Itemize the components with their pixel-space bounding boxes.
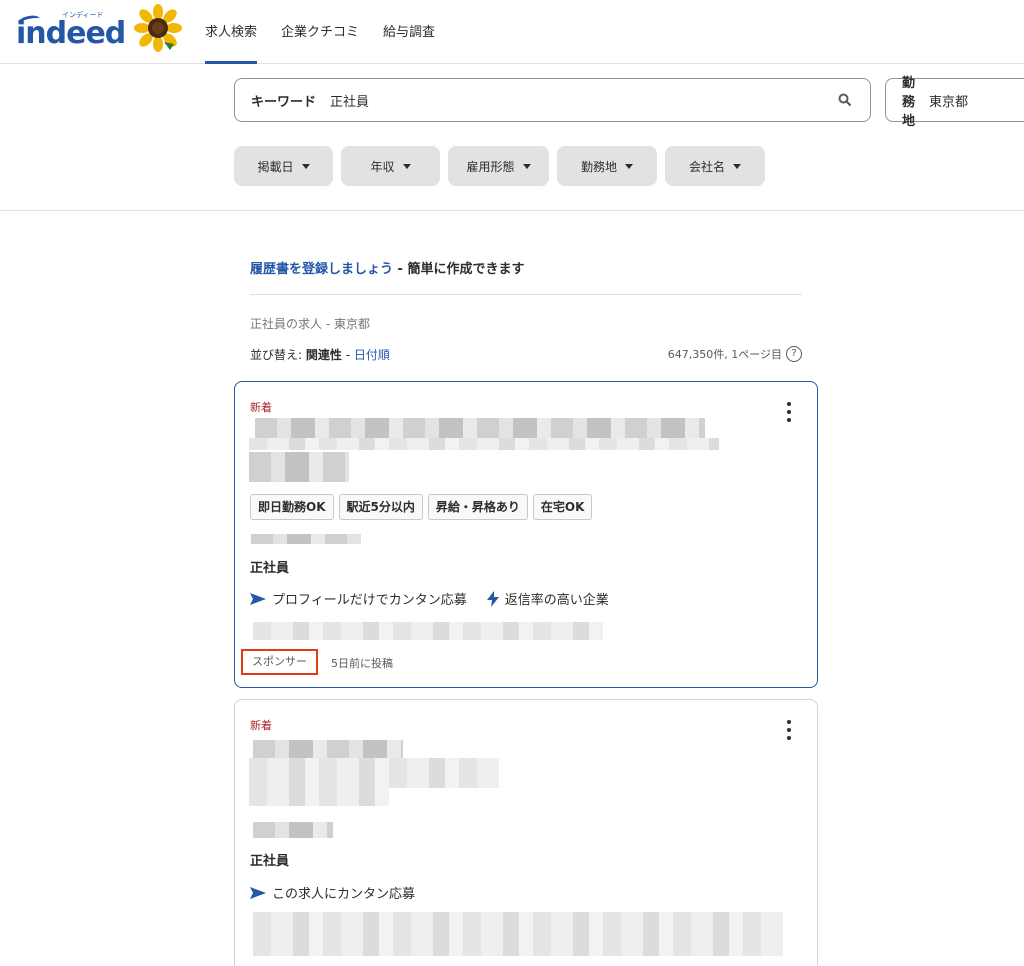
resume-link[interactable]: 履歴書を登録しましょう bbox=[250, 262, 393, 277]
location-label: 勤務地 bbox=[902, 75, 916, 129]
filter-location[interactable]: 勤務地 bbox=[557, 146, 657, 186]
job-tag: 在宅OK bbox=[532, 494, 593, 520]
sort-by-date-link[interactable]: 日付順 bbox=[354, 348, 390, 362]
filter-location-label: 勤務地 bbox=[580, 159, 617, 174]
send-arrow-icon bbox=[250, 592, 266, 605]
job-title-redacted bbox=[249, 788, 389, 806]
nav-salary[interactable]: 給与調査 bbox=[383, 0, 435, 64]
caret-down-icon bbox=[733, 163, 741, 169]
location-input[interactable]: 東京都 bbox=[929, 91, 1024, 110]
caret-down-icon bbox=[402, 163, 411, 169]
posted-date: 5日前に投稿 bbox=[331, 657, 393, 670]
filter-date-label: 掲載日 bbox=[257, 159, 294, 174]
main-nav: 求人検索 企業クチコミ 給与調査 bbox=[205, 0, 435, 64]
sort-prefix: 並び替え: bbox=[250, 348, 306, 362]
job-title-redacted bbox=[249, 438, 719, 450]
caret-down-icon bbox=[522, 163, 531, 169]
job-card[interactable]: 新着 即日勤務OK 駅近5分以内 昇給・昇格あり 在宅OK 正社員 プロフィール… bbox=[234, 381, 818, 688]
resume-banner: 履歴書を登録しましょう - 簡単に作成できます bbox=[250, 258, 524, 277]
results-count-text: 647,350件, 1ページ目 bbox=[667, 348, 782, 361]
keyword-search-box[interactable]: キーワード 正社員 bbox=[234, 78, 871, 122]
filter-date[interactable]: 掲載日 bbox=[234, 146, 333, 186]
filter-employment-type[interactable]: 雇用形態 bbox=[448, 146, 549, 186]
sort-active: 関連性 bbox=[305, 348, 342, 362]
keyword-input[interactable]: 正社員 bbox=[330, 91, 790, 110]
section-divider bbox=[0, 210, 1024, 211]
company-redacted bbox=[251, 534, 361, 544]
help-icon[interactable]: ? bbox=[786, 346, 802, 362]
filter-company-label: 会社名 bbox=[688, 159, 725, 174]
resume-banner-text: - 簡単に作成できます bbox=[393, 262, 525, 277]
job-tag: 駅近5分以内 bbox=[338, 494, 423, 520]
more-options-icon[interactable] bbox=[787, 402, 791, 422]
keyword-label: キーワード bbox=[251, 94, 317, 110]
results-query-title: 正社員の求人 - 東京都 bbox=[250, 317, 370, 331]
more-options-icon[interactable] bbox=[787, 720, 791, 740]
easy-apply-text: この求人にカンタン応募 bbox=[272, 887, 416, 902]
snippet-redacted bbox=[253, 912, 783, 956]
sort-separator: - bbox=[341, 348, 354, 362]
snippet-redacted bbox=[253, 622, 603, 640]
job-tag: 昇給・昇格あり bbox=[427, 494, 528, 520]
job-title-redacted bbox=[253, 740, 403, 758]
caret-down-icon bbox=[301, 163, 310, 169]
nav-company-reviews[interactable]: 企業クチコミ bbox=[281, 0, 359, 64]
nav-job-search[interactable]: 求人検索 bbox=[205, 0, 258, 64]
job-title-redacted bbox=[255, 418, 705, 438]
filter-salary-label: 年収 bbox=[370, 159, 395, 174]
apply-info: この求人にカンタン応募 bbox=[250, 883, 415, 902]
sort-control: 並び替え: 関連性 - 日付順 bbox=[250, 346, 390, 363]
location-search-box[interactable]: 勤務地 東京都 bbox=[885, 76, 1024, 129]
filter-bar: 掲載日 年収 雇用形態 勤務地 会社名 bbox=[234, 146, 765, 186]
new-badge: 新着 bbox=[250, 719, 272, 732]
logo-text: indeed bbox=[16, 16, 126, 51]
sunflower-icon bbox=[134, 4, 182, 52]
job-title-redacted bbox=[249, 758, 499, 788]
filter-salary[interactable]: 年収 bbox=[341, 146, 440, 186]
filter-company[interactable]: 会社名 bbox=[665, 146, 765, 186]
new-badge: 新着 bbox=[250, 401, 272, 414]
lightning-icon bbox=[486, 590, 499, 607]
company-redacted bbox=[253, 822, 333, 838]
apply-info: プロフィールだけでカンタン応募 返信率の高い企業 bbox=[250, 589, 609, 608]
search-icon[interactable] bbox=[838, 93, 852, 107]
response-rate-text: 返信率の高い企業 bbox=[504, 593, 609, 608]
top-header: インディード indeed 求人検索 企業クチコミ 給与調査 bbox=[0, 0, 1024, 64]
job-type: 正社員 bbox=[250, 854, 290, 869]
results-count: 647,350件, 1ページ目 ? bbox=[668, 346, 802, 362]
send-arrow-icon bbox=[250, 886, 266, 899]
easy-apply-text: プロフィールだけでカンタン応募 bbox=[272, 593, 467, 608]
job-tags: 即日勤務OK 駅近5分以内 昇給・昇格あり 在宅OK bbox=[250, 494, 593, 520]
filter-employment-type-label: 雇用形態 bbox=[466, 159, 515, 174]
job-card[interactable]: 新着 正社員 この求人にカンタン応募 bbox=[234, 699, 818, 966]
caret-down-icon bbox=[625, 163, 633, 169]
sponsor-label: スポンサー bbox=[241, 649, 318, 675]
job-title-redacted bbox=[249, 452, 349, 482]
resume-divider bbox=[250, 294, 802, 295]
indeed-logo[interactable]: インディード indeed bbox=[10, 8, 126, 51]
job-tag: 即日勤務OK bbox=[250, 494, 334, 520]
job-type: 正社員 bbox=[250, 561, 290, 576]
